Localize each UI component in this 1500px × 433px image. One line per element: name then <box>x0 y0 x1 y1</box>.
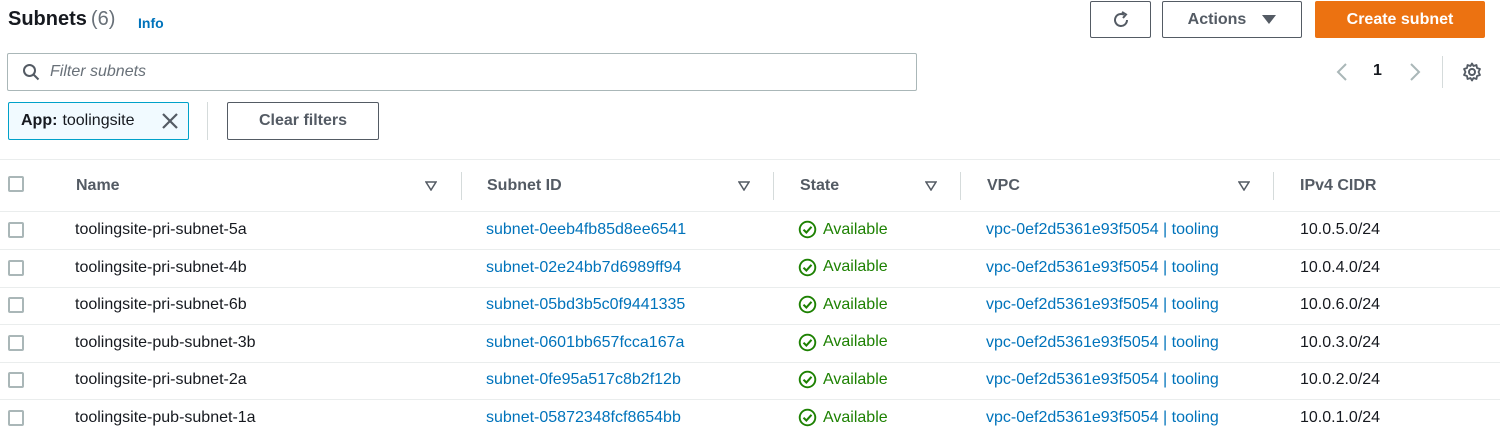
state-badge: Available <box>798 370 888 389</box>
table-row[interactable]: toolingsite-pri-subnet-2a subnet-0fe95a51… <box>0 362 1500 401</box>
table-row[interactable]: toolingsite-pri-subnet-6b subnet-05bd3b5c… <box>0 287 1500 326</box>
subnet-name: toolingsite-pub-subnet-3b <box>75 333 256 351</box>
status-check-icon <box>798 258 817 276</box>
vpc-link[interactable]: vpc-0ef2d5361e93f5054 | tooling <box>986 371 1248 389</box>
subnet-id-link[interactable]: subnet-05872348fcf8654bb <box>486 409 681 427</box>
column-header-ipv4-cidr[interactable]: IPv4 CIDR <box>1300 177 1376 195</box>
token-divider <box>207 102 208 140</box>
actions-label: Actions <box>1187 10 1247 28</box>
subnet-name: toolingsite-pri-subnet-4b <box>75 258 247 276</box>
filter-token-key: App: <box>21 112 58 129</box>
state-text: Available <box>823 220 888 238</box>
column-header-name[interactable]: Name <box>76 177 120 195</box>
column-divider <box>461 172 462 200</box>
column-header-vpc[interactable]: VPC <box>987 177 1020 195</box>
state-text: Available <box>823 370 888 388</box>
sort-caret-icon[interactable] <box>738 181 750 191</box>
refresh-button[interactable] <box>1090 1 1151 38</box>
state-badge: Available <box>798 408 888 427</box>
vpc-link[interactable]: vpc-0ef2d5361e93f5054 | tooling <box>986 334 1248 352</box>
vpc-link[interactable]: vpc-0ef2d5361e93f5054 | tooling <box>986 296 1248 314</box>
page-number[interactable]: 1 <box>1373 62 1382 80</box>
subnet-name: toolingsite-pub-subnet-1a <box>75 409 256 426</box>
state-text: Available <box>823 295 888 313</box>
column-divider <box>1273 172 1274 200</box>
column-header-subnet-id[interactable]: Subnet ID <box>487 177 562 195</box>
create-subnet-button[interactable]: Create subnet <box>1315 1 1485 38</box>
row-checkbox[interactable] <box>8 372 24 389</box>
actions-button[interactable]: Actions <box>1162 1 1302 38</box>
ipv4-cidr: 10.0.6.0/24 <box>1300 296 1381 314</box>
column-header-state[interactable]: State <box>800 177 839 195</box>
column-divider <box>960 172 961 200</box>
subnet-id-link[interactable]: subnet-0fe95a517c8b2f12b <box>486 371 681 389</box>
refresh-icon <box>1113 10 1128 27</box>
pagination-divider <box>1442 56 1443 88</box>
status-check-icon <box>798 295 817 314</box>
search-input[interactable] <box>50 60 900 84</box>
status-check-icon <box>798 408 817 427</box>
vpc-link[interactable]: vpc-0ef2d5361e93f5054 | tooling <box>986 221 1248 239</box>
row-checkbox[interactable] <box>8 334 24 351</box>
sort-caret-icon[interactable] <box>1238 181 1250 191</box>
state-badge: Available <box>798 220 888 239</box>
status-check-icon <box>798 220 817 239</box>
subnet-id-link[interactable]: subnet-05bd3b5c0f9441335 <box>486 296 685 314</box>
state-badge: Available <box>798 333 888 352</box>
subnet-count: (6) <box>90 8 116 30</box>
clear-filters-button[interactable]: Clear filters <box>227 102 379 140</box>
ipv4-cidr: 10.0.3.0/24 <box>1300 333 1381 351</box>
chevron-left-icon[interactable] <box>1332 60 1352 84</box>
ipv4-cidr: 10.0.4.0/24 <box>1300 258 1381 276</box>
state-text: Available <box>823 333 888 351</box>
sort-caret-icon[interactable] <box>425 181 437 191</box>
subnet-id-link[interactable]: subnet-0601bb657fcca167a <box>486 334 684 352</box>
gear-icon[interactable] <box>1462 62 1482 82</box>
subnet-name: toolingsite-pri-subnet-2a <box>75 371 247 389</box>
chevron-right-icon[interactable] <box>1405 60 1425 84</box>
table-row[interactable]: toolingsite-pri-subnet-5a subnet-0eeb4fb8… <box>0 212 1500 250</box>
vpc-link[interactable]: vpc-0ef2d5361e93f5054 | tooling <box>986 259 1248 277</box>
subnet-name: toolingsite-pri-subnet-5a <box>75 221 247 238</box>
row-checkbox[interactable] <box>8 410 24 426</box>
row-checkbox[interactable] <box>8 297 24 314</box>
page-title: Subnets (6) <box>8 8 115 31</box>
subnet-id-link[interactable]: subnet-02e24bb7d6989ff94 <box>486 259 681 277</box>
row-checkbox[interactable] <box>8 259 24 276</box>
subnet-id-link[interactable]: subnet-0eeb4fb85d8ee6541 <box>486 221 686 239</box>
ipv4-cidr: 10.0.5.0/24 <box>1300 221 1381 238</box>
row-checkbox[interactable] <box>8 222 24 238</box>
state-text: Available <box>823 258 888 276</box>
filter-token: App: toolingsite <box>8 102 189 140</box>
filter-token-value: toolingsite <box>62 112 135 129</box>
table-row[interactable]: toolingsite-pub-subnet-3b subnet-0601bb65… <box>0 325 1500 363</box>
table-row[interactable]: toolingsite-pub-subnet-1a subnet-05872348… <box>0 400 1500 433</box>
ipv4-cidr: 10.0.2.0/24 <box>1300 371 1381 389</box>
sort-caret-icon[interactable] <box>925 181 937 191</box>
select-all-checkbox[interactable] <box>8 176 24 192</box>
ipv4-cidr: 10.0.1.0/24 <box>1300 409 1381 426</box>
table-header: Name Subnet ID State VPC IPv4 CIDR <box>0 160 1500 212</box>
filter-search <box>7 53 917 91</box>
state-text: Available <box>823 408 888 426</box>
page-header: Subnets (6) Info Actions Create subnet <box>0 0 1500 40</box>
status-check-icon <box>798 333 817 352</box>
table-row[interactable]: toolingsite-pri-subnet-4b subnet-02e24bb7… <box>0 250 1500 288</box>
vpc-link[interactable]: vpc-0ef2d5361e93f5054 | tooling <box>986 409 1248 427</box>
state-badge: Available <box>798 295 888 314</box>
state-badge: Available <box>798 258 888 277</box>
close-icon[interactable] <box>161 112 179 130</box>
info-link[interactable]: Info <box>138 15 164 31</box>
column-divider <box>773 172 774 200</box>
status-check-icon <box>798 371 817 389</box>
caret-down-icon <box>1262 15 1277 24</box>
search-icon <box>23 64 40 81</box>
subnet-name: toolingsite-pri-subnet-6b <box>75 296 247 314</box>
page-title-text: Subnets <box>8 8 87 30</box>
